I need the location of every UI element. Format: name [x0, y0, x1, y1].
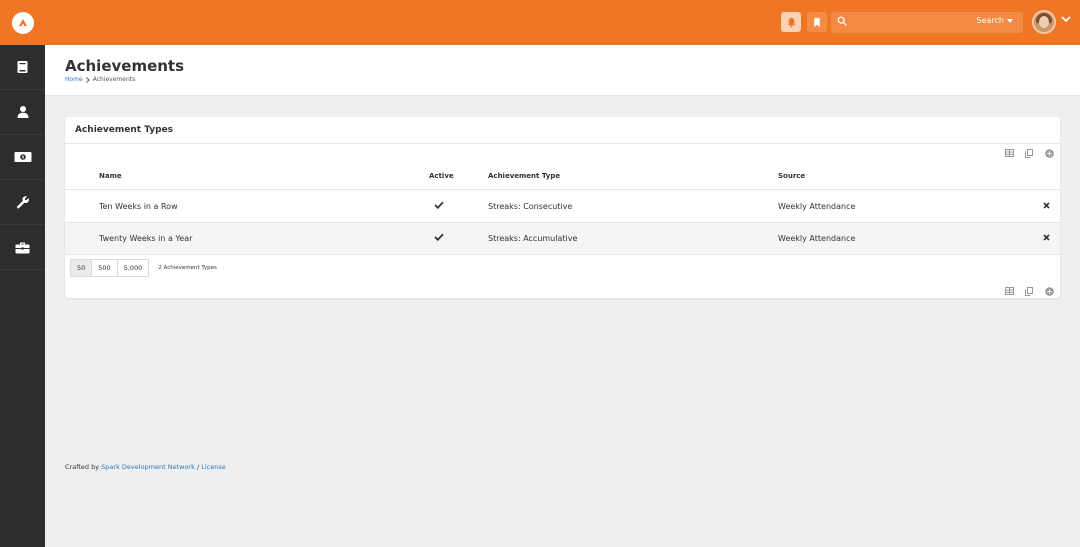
footer-prefix: Crafted by — [65, 463, 100, 471]
rock-logo-icon — [11, 11, 34, 34]
grid-actions-top — [1004, 148, 1054, 158]
copy-icon — [1025, 148, 1033, 158]
breadcrumb-current: Achievements — [92, 76, 136, 83]
row-name: Twenty Weeks in a Year — [99, 234, 193, 243]
delete-icon[interactable] — [1043, 202, 1050, 209]
plus-circle-icon — [1044, 286, 1054, 296]
page-size-500[interactable]: 500 — [91, 259, 118, 277]
row-type: Streaks: Accumulative — [488, 234, 578, 243]
row-type: Streaks: Consecutive — [488, 202, 573, 211]
sidebar-item-tools[interactable] — [0, 180, 45, 225]
export-excel-button[interactable] — [1004, 286, 1014, 296]
bookmark-icon — [814, 17, 820, 27]
pager: 50 500 5,000 2 Achievement Types — [70, 259, 217, 277]
search-button-label: Search — [976, 16, 1004, 25]
bell-icon — [787, 17, 795, 28]
briefcase-icon — [15, 242, 30, 253]
achievement-types-panel: Achievement Types Name Active Achievemen… — [65, 117, 1060, 298]
plus-circle-icon — [1044, 148, 1054, 158]
panel-heading: Achievement Types — [65, 117, 1060, 144]
column-header-active[interactable]: Active — [429, 172, 454, 180]
page-size-50[interactable]: 50 — [70, 259, 93, 277]
export-excel-button[interactable] — [1004, 148, 1014, 158]
table-icon — [1004, 287, 1014, 295]
search-icon — [837, 16, 847, 26]
panel-title: Achievement Types — [75, 125, 174, 135]
grid-actions-bottom — [1004, 286, 1054, 296]
page-title: Achievements — [65, 57, 185, 75]
notifications-button[interactable] — [781, 12, 801, 32]
check-icon — [434, 201, 444, 209]
chevron-right-icon — [85, 76, 90, 83]
table-row[interactable]: Ten Weeks in a Row Streaks: Consecutive … — [65, 191, 1060, 223]
sidebar-item-admin[interactable] — [0, 225, 45, 270]
avatar[interactable] — [1032, 10, 1056, 34]
merge-template-button[interactable] — [1024, 148, 1034, 158]
page-size-5000[interactable]: 5,000 — [116, 259, 150, 277]
column-header-source[interactable]: Source — [778, 172, 805, 180]
add-achievement-type-button[interactable] — [1044, 286, 1054, 296]
breadcrumb: Home Achievements — [65, 76, 135, 83]
sidebar-item-people[interactable] — [0, 90, 45, 135]
person-icon — [17, 106, 28, 118]
table-header: Name Active Achievement Type Source — [65, 163, 1060, 190]
page-header: Achievements Home Achievements — [45, 45, 1080, 96]
row-source: Weekly Attendance — [778, 202, 856, 211]
footer-separator: / — [196, 463, 200, 471]
table-icon — [1004, 149, 1014, 157]
column-header-type[interactable]: Achievement Type — [488, 172, 560, 180]
row-source: Weekly Attendance — [778, 234, 856, 243]
caret-down-icon — [1007, 18, 1013, 23]
item-count: 2 Achievement Types — [158, 265, 217, 271]
rock-logo[interactable] — [0, 0, 45, 45]
footer: Crafted by Spark Development Network / L… — [65, 463, 226, 471]
add-achievement-type-button[interactable] — [1044, 148, 1054, 158]
sidebar-item-books[interactable] — [0, 45, 45, 90]
column-header-name[interactable]: Name — [99, 172, 122, 180]
top-navbar: Search — [0, 0, 1080, 45]
search-bar[interactable]: Search — [831, 12, 1023, 33]
sidebar — [0, 45, 45, 547]
spark-link[interactable]: Spark Development Network — [101, 463, 195, 471]
search-type-dropdown[interactable]: Search — [977, 16, 1013, 25]
wrench-icon — [16, 196, 29, 209]
sidebar-item-finance[interactable] — [0, 135, 45, 180]
money-icon — [14, 152, 31, 162]
check-icon — [434, 233, 444, 241]
merge-template-button[interactable] — [1024, 286, 1034, 296]
breadcrumb-home-link[interactable]: Home — [65, 76, 83, 83]
row-name: Ten Weeks in a Row — [99, 202, 178, 211]
book-icon — [17, 61, 28, 73]
table-row[interactable]: Twenty Weeks in a Year Streaks: Accumula… — [65, 223, 1060, 255]
chevron-down-icon[interactable] — [1061, 16, 1071, 23]
license-link[interactable]: License — [201, 463, 226, 471]
copy-icon — [1025, 286, 1033, 296]
delete-icon[interactable] — [1043, 234, 1050, 241]
bookmarks-button[interactable] — [807, 12, 827, 32]
